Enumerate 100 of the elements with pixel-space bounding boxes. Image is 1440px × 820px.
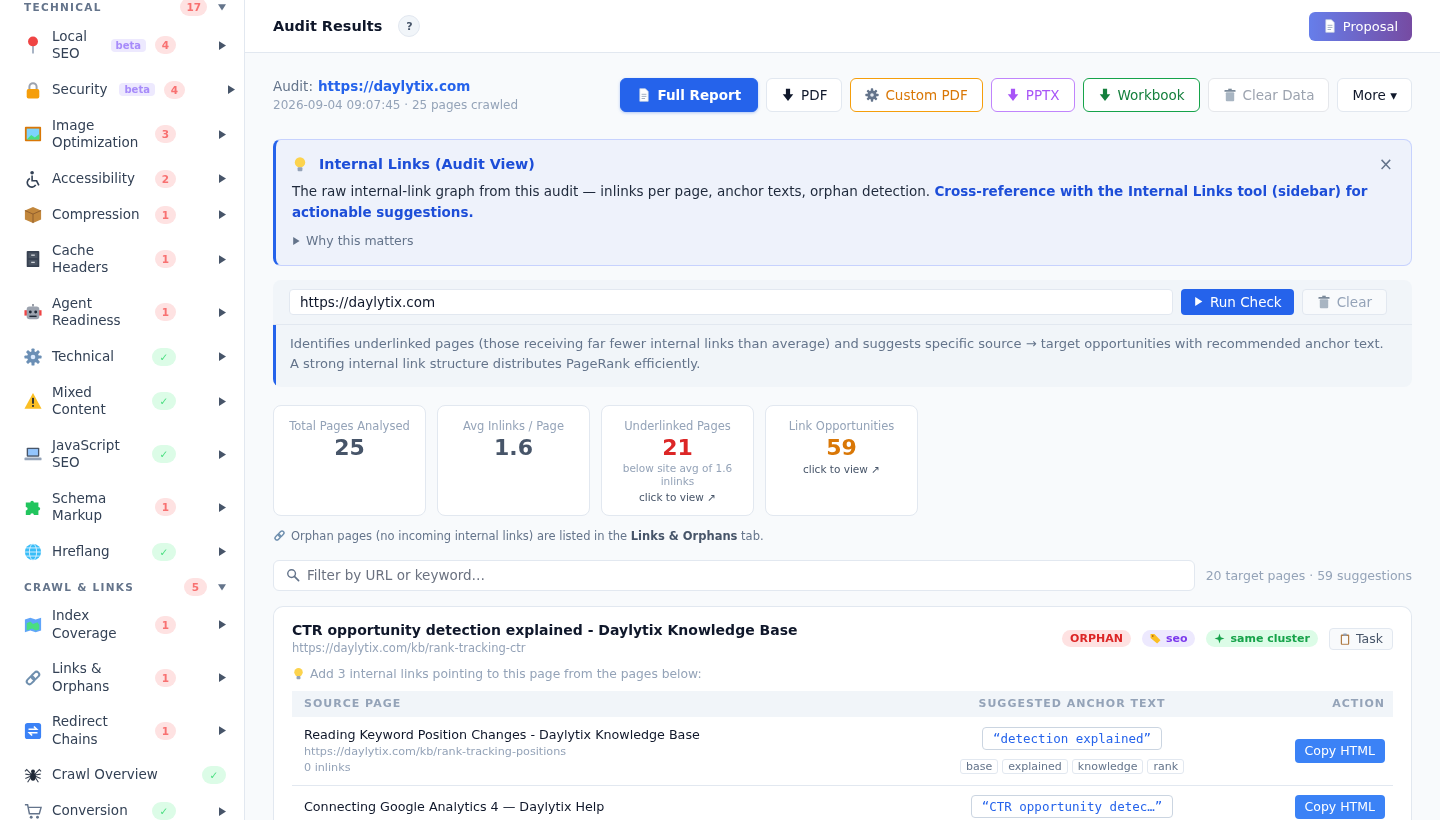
pptx-button[interactable]: PPTX: [990, 78, 1075, 112]
column-header: ACTION: [1332, 697, 1385, 711]
beta-tag: beta: [110, 38, 146, 52]
stat-value: 59: [826, 434, 857, 461]
cabinet-icon: [24, 250, 42, 268]
sidebar-item[interactable]: Crawl Overview ✓: [0, 757, 244, 793]
more-button[interactable]: More ▾: [1337, 78, 1412, 112]
pass-badge: ✓: [152, 347, 176, 366]
section-heading: TECHNICAL: [24, 1, 103, 13]
play-icon: [1192, 296, 1204, 308]
source-page-url: https://daylytix.com/kb/rank-tracking-positions: [304, 743, 567, 760]
tag-text: ORPHAN: [1070, 632, 1123, 646]
gear-icon: [865, 88, 880, 102]
run-check-button[interactable]: Run Check: [1180, 288, 1294, 315]
sidebar-item[interactable]: Mixed Content ✓: [0, 374, 244, 428]
keyword-tag: rank: [1147, 759, 1185, 775]
workbook-button[interactable]: Workbook: [1082, 78, 1200, 112]
trash-icon: [1316, 294, 1331, 309]
sidebar-item[interactable]: Image Optimization 3: [0, 107, 244, 161]
tag-icon: [1149, 633, 1161, 645]
section-count-badge: 5: [184, 577, 207, 596]
keyword-tag: explained: [1002, 759, 1068, 775]
sidebar-item[interactable]: JavaScript SEO ✓: [0, 427, 244, 481]
issue-count-badge: 2: [155, 169, 176, 188]
pdf-button[interactable]: PDF: [766, 78, 843, 112]
sidebar-item[interactable]: Cache Headers 1: [0, 232, 244, 286]
audit-label: Audit:: [273, 77, 313, 95]
sidebar-item[interactable]: Compression 1: [0, 196, 244, 233]
picture-icon: [24, 125, 42, 143]
wheelchair-icon: [24, 169, 42, 188]
audit-url-link[interactable]: https://daylytix.com: [317, 77, 471, 95]
keyword-tag: base: [959, 759, 999, 775]
cart-icon: [24, 802, 42, 820]
spider-icon: [24, 766, 42, 784]
hint-text: Add 3 internal links pointing to this page from the pages below:: [310, 665, 702, 683]
sidebar-item[interactable]: Hreflang ✓: [0, 533, 244, 570]
proposal-button[interactable]: Proposal: [1308, 11, 1412, 41]
anchor-text-chip: “detection explained”: [981, 727, 1162, 751]
url-field[interactable]: https://daylytix.com: [289, 288, 1173, 315]
pass-badge: ✓: [152, 802, 176, 820]
sidebar-item[interactable]: Accessibility 2: [0, 160, 244, 197]
puzzle-icon: [24, 498, 42, 516]
document-icon: [1322, 19, 1337, 33]
download-icon: [781, 88, 796, 102]
warning-icon: [24, 392, 42, 410]
copy-html-button[interactable]: Copy HTML: [1294, 738, 1385, 763]
sidebar-item[interactable]: Conversion ✓: [0, 793, 244, 820]
sidebar-item[interactable]: Local SEO beta 4: [0, 18, 244, 72]
click-to-view-link[interactable]: click to view ↗: [639, 489, 716, 504]
laptop-icon: [24, 445, 42, 463]
search-icon: [286, 568, 300, 583]
stat-label: Total Pages Analysed: [289, 417, 410, 435]
document-icon: [637, 88, 652, 102]
column-header: SOURCE PAGE: [304, 697, 403, 711]
tag-text: same cluster: [1230, 632, 1310, 646]
beta-tag: beta: [119, 83, 155, 96]
source-page-title: Reading Keyword Position Changes - Daylytix Knowledge Base: [304, 725, 700, 744]
stat-value: 21: [662, 434, 693, 461]
clipboard-icon: [1339, 632, 1351, 645]
issue-count-badge: 1: [155, 250, 176, 268]
close-button[interactable]: ×: [1378, 154, 1393, 174]
page-title: Audit Results: [273, 18, 383, 34]
download-icon: [1005, 88, 1020, 102]
robot-icon: [24, 303, 42, 321]
click-to-view-link[interactable]: click to view ↗: [803, 461, 880, 476]
arrows-icon: [24, 721, 42, 740]
sidebar-item[interactable]: Index Coverage 1: [0, 598, 244, 651]
sidebar-item[interactable]: Links & Orphans 1: [0, 651, 244, 704]
pass-badge: ✓: [152, 392, 176, 410]
issue-count-badge: 4: [163, 80, 185, 99]
task-button[interactable]: Task: [1329, 627, 1393, 650]
caret-icon[interactable]: [218, 582, 226, 591]
lightbulb-icon: [292, 667, 305, 681]
issue-count-badge: 1: [155, 498, 176, 516]
copy-html-button[interactable]: Copy HTML: [1294, 794, 1385, 819]
inlink-count: 0 inlinks: [304, 759, 351, 776]
trash-icon: [1222, 88, 1237, 102]
link-icon: [24, 668, 42, 687]
sidebar-item[interactable]: Technical ✓: [0, 338, 244, 375]
map-icon: [24, 615, 42, 634]
full-report-button[interactable]: Full Report: [620, 78, 759, 112]
sidebar-item[interactable]: Schema Markup 1: [0, 480, 244, 534]
anchor-text-chip: “CTR opportunity detec…”: [970, 795, 1174, 819]
issue-count-badge: 1: [155, 205, 176, 224]
column-header: SUGGESTED ANCHOR TEXT: [978, 697, 1166, 711]
keyword-tag: knowledge: [1071, 759, 1144, 775]
lock-icon: [24, 80, 42, 99]
sidebar-item[interactable]: Agent Readiness 1: [0, 285, 244, 339]
pass-badge: ✓: [202, 766, 226, 784]
result-summary: 20 target pages · 59 suggestions: [1205, 567, 1412, 583]
issue-count-badge: 1: [155, 721, 176, 740]
filter-field[interactable]: Filter by URL or keyword…: [273, 559, 1195, 591]
caret-icon[interactable]: [218, 3, 226, 11]
sidebar-item[interactable]: Redirect Chains 1: [0, 704, 244, 757]
box-icon: [24, 205, 42, 224]
callout-title: Internal Links (Audit View): [319, 155, 535, 174]
pass-badge: ✓: [152, 445, 176, 463]
help-button[interactable]: ?: [398, 15, 421, 37]
why-this-matters-toggle[interactable]: Why this matters: [292, 231, 414, 250]
sidebar-item[interactable]: Security beta 4: [0, 71, 244, 108]
